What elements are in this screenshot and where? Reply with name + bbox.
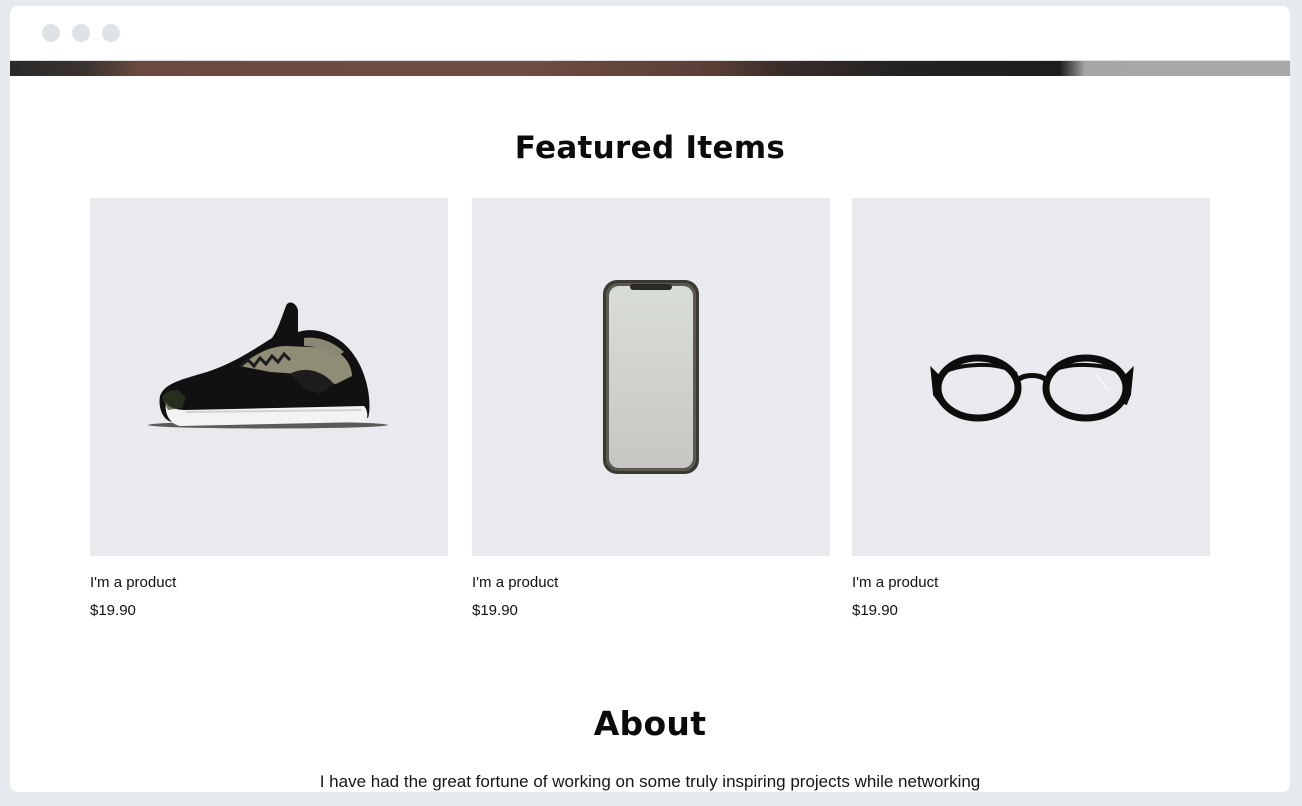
window-dot-maximize[interactable] <box>102 24 120 42</box>
hero-image-strip <box>10 61 1290 76</box>
sneaker-icon <box>148 302 388 429</box>
product-card[interactable]: I'm a product $19.90 <box>852 198 1210 619</box>
product-card[interactable]: I'm a product $19.90 <box>472 198 830 619</box>
featured-items-title: Featured Items <box>514 130 786 166</box>
window-titlebar <box>10 6 1290 61</box>
browser-window: Featured Items I'm a product $19.90 I'm … <box>10 6 1290 792</box>
product-card[interactable]: I'm a product $19.90 <box>90 198 448 619</box>
product-price: $19.90 <box>472 602 518 619</box>
about-paragraph: I have had the great fortune of working … <box>319 772 981 791</box>
smartphone-icon <box>603 280 699 474</box>
eyeglasses-icon <box>930 354 1134 422</box>
product-image[interactable] <box>90 198 448 556</box>
window-dot-close[interactable] <box>42 24 60 42</box>
product-name[interactable]: I'm a product <box>472 574 558 591</box>
about-title: About <box>593 704 707 743</box>
product-image[interactable] <box>472 198 830 556</box>
product-name[interactable]: I'm a product <box>90 574 176 591</box>
product-name[interactable]: I'm a product <box>852 574 938 591</box>
product-price: $19.90 <box>90 602 136 619</box>
product-image[interactable] <box>852 198 1210 556</box>
window-dot-minimize[interactable] <box>72 24 90 42</box>
product-price: $19.90 <box>852 602 898 619</box>
